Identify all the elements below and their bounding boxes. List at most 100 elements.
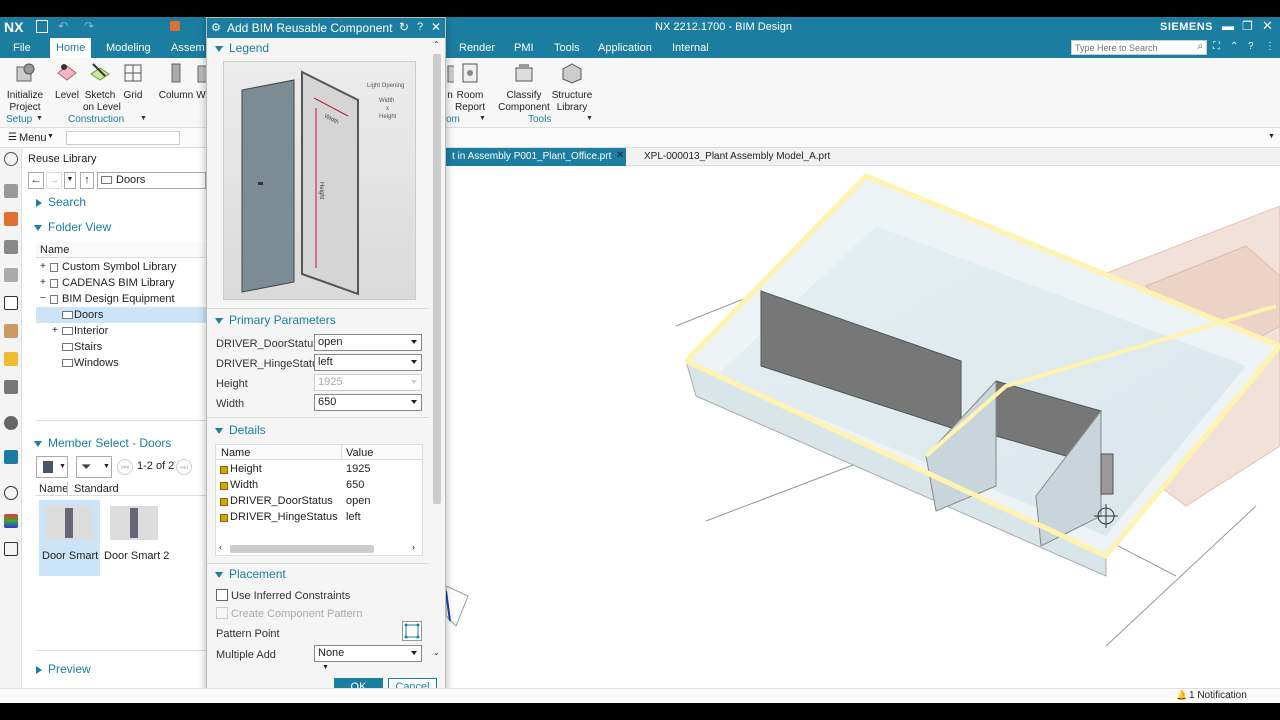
tree-node[interactable]: + CADENAS BIM Library [36,275,206,291]
minimize-icon[interactable]: ▬ [1222,19,1234,33]
level-button[interactable]: Level [52,62,82,102]
scroll-down-icon[interactable]: ⌄ [433,648,440,657]
column-name-header[interactable]: Name [40,244,69,256]
details-col-name[interactable]: Name [221,447,250,459]
save-icon[interactable] [36,20,48,33]
redo-icon[interactable]: ↷ [84,19,94,33]
tools-dropdown-icon[interactable]: ▼ [586,115,593,122]
scroll-left-icon[interactable]: ‹ [219,542,222,552]
menu-button[interactable]: Menu [19,132,47,144]
tree-node[interactable]: Doors [36,307,206,323]
member-tile-door-smart[interactable]: Door Smart [39,500,100,576]
door-status-dropdown[interactable]: open [314,334,422,351]
history-icon[interactable] [4,268,18,282]
constraint-navigator-icon[interactable] [4,240,18,254]
options-icon[interactable]: ⋮ [1265,41,1275,52]
construction-dropdown-icon[interactable]: ▼ [140,115,147,122]
member-tile-door-smart-2[interactable]: Door Smart 2 [102,500,169,576]
search-box[interactable]: ⌕ [1071,40,1207,55]
close-tab-icon[interactable]: ✕ [616,150,624,161]
part-navigator-icon[interactable] [4,212,18,226]
scroll-up-icon[interactable]: ⌃ [433,40,440,49]
details-row[interactable]: Height 1925 [216,462,422,478]
member-col-standard[interactable]: Standard [74,483,119,495]
hinge-status-dropdown[interactable]: left [314,354,422,371]
tab-active-document[interactable]: t in Assembly P001_Plant_Office.prt [446,148,626,166]
restore-icon[interactable]: ❐ [1242,19,1253,33]
reuse-library-icon[interactable] [4,296,18,310]
member-col-name[interactable]: Name [39,483,68,495]
tree-node[interactable]: + Custom Symbol Library [36,259,206,275]
search-icon[interactable]: ⌕ [1197,41,1203,52]
tab-internal[interactable]: Internal [666,38,715,58]
path-field[interactable]: Doors [97,172,206,189]
cmdbar-overflow-icon[interactable]: ▼ [1268,133,1275,140]
tree-expander-icon[interactable]: − [40,291,46,307]
menu-dropdown-icon[interactable]: ▼ [47,133,54,140]
sketch-on-level-button[interactable]: Sketch on Level [83,62,121,114]
color-palette-icon[interactable] [4,514,18,528]
member-select-section[interactable]: Member Select - Doors [34,436,171,450]
gear-icon[interactable]: ⚙ [211,21,221,34]
tree-node[interactable]: + Interior [36,323,206,339]
system-scenes-icon[interactable] [4,542,18,556]
bell-icon[interactable]: 🔔 [1176,690,1187,701]
history-dropdown-icon[interactable]: ▼ [64,172,76,189]
collapse-ribbon-icon[interactable]: ⌃ [1230,41,1238,52]
close-window-icon[interactable]: ✕ [1262,18,1273,34]
legend-section[interactable]: Legend [215,41,269,55]
clock-icon[interactable] [4,486,18,500]
setup-dropdown-icon[interactable]: ▼ [36,115,43,122]
partial-button[interactable]: n [446,62,454,102]
up-folder-icon[interactable]: ↑ [80,172,94,189]
placement-section[interactable]: Placement [215,567,286,581]
om-dropdown-icon[interactable]: ▼ [479,115,486,122]
first-page-icon[interactable]: ⏮ [117,459,133,475]
roles-icon[interactable] [4,450,18,464]
column-button[interactable]: Column [158,62,194,102]
undo-icon[interactable]: ↶ [58,19,68,33]
folder-view-section[interactable]: Folder View [34,220,111,234]
room-report-button[interactable]: Room Report [454,62,486,114]
tree-expander-icon[interactable]: + [52,323,58,339]
tab-document[interactable]: XPL-000013_Plant Assembly Model_A.prt [630,148,840,166]
details-row[interactable]: DRIVER_HingeStatus left [216,510,422,526]
tab-tools[interactable]: Tools [548,38,586,58]
width-dropdown[interactable]: 650 [314,394,422,411]
tree-node[interactable]: − BIM Design Equipment [36,291,206,307]
fullscreen-icon[interactable]: ⛶ [1213,41,1220,52]
tree-expander-icon[interactable]: + [40,259,46,275]
details-row[interactable]: DRIVER_DoorStatus open [216,494,422,510]
tab-pmi[interactable]: PMI [508,38,540,58]
details-section[interactable]: Details [215,423,266,437]
wall-button[interactable]: W [196,62,206,102]
tab-file[interactable]: File [7,38,37,58]
tab-application[interactable]: Application [592,38,658,58]
horizontal-scrollbar[interactable]: ‹ › [216,541,422,555]
details-col-value[interactable]: Value [346,447,373,459]
view-mode-button[interactable]: ▼ [36,456,68,478]
dialog-scrollbar-thumb[interactable] [433,54,441,504]
search-input[interactable] [1072,41,1192,54]
notification-count[interactable]: 1 Notification [1189,690,1247,701]
tab-modeling[interactable]: Modeling [100,38,157,58]
more-options-icon[interactable]: ▼ [322,664,329,671]
structure-library-button[interactable]: Structure Library [551,62,593,114]
hd3d-tools-icon[interactable] [4,324,18,338]
multiple-add-dropdown[interactable]: None [314,645,422,662]
tab-assemblies[interactable]: Assem [165,38,211,58]
back-icon[interactable]: ← [28,172,44,189]
primary-parameters-section[interactable]: Primary Parameters [215,313,336,327]
process-studio-icon[interactable] [4,416,18,430]
tree-node[interactable]: Windows [36,355,206,371]
assembly-navigator-icon[interactable] [4,184,18,198]
history-palette-icon[interactable] [4,380,18,394]
forward-icon[interactable]: → [46,172,62,189]
quick-access-icon[interactable] [170,21,180,31]
settings-icon[interactable] [4,152,18,166]
tab-home[interactable]: Home [50,38,92,58]
close-icon[interactable]: ✕ [431,20,441,34]
menu-icon[interactable]: ☰ [8,132,17,143]
tree-node[interactable]: Stairs [36,339,206,355]
details-row[interactable]: Width 650 [216,478,422,494]
